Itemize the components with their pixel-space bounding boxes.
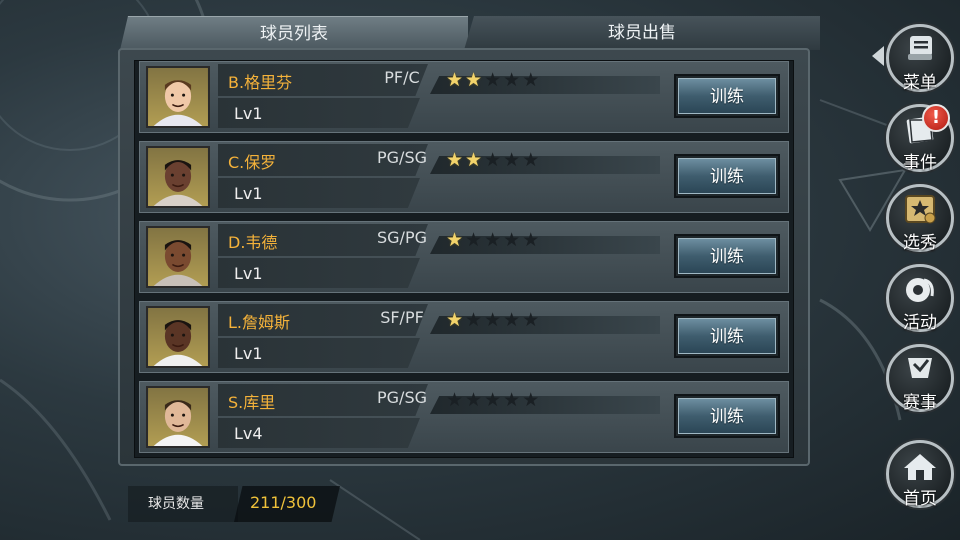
star-empty-icon: ★ [446,389,466,411]
tab-player-list[interactable]: 球员列表 [120,16,468,50]
train-button-label: 训练 [678,318,776,354]
train-button[interactable]: 训练 [674,74,780,118]
player-avatar [146,386,210,448]
side-menu-label: 选秀 [903,233,937,253]
menu-pointer-arrow [872,46,884,66]
side-menu-label: 赛事 [903,393,937,413]
star-rating: ★★★★★ [446,229,541,251]
star-filled-icon: ★ [465,69,485,91]
train-button-label: 训练 [678,238,776,274]
player-level: Lv1 [234,104,263,123]
star-rating: ★★★★★ [446,389,541,411]
player-name: S.库里 [228,393,276,412]
home-icon [900,448,940,484]
player-count-label: 球员数量 [128,486,238,522]
side-menu-home[interactable]: 首页 [886,440,954,509]
player-row[interactable]: D.韦德 SG/PG Lv1 ★★★★★ 训练 [139,221,789,293]
star-empty-icon: ★ [522,69,542,91]
train-button[interactable]: 训练 [674,314,780,358]
train-button[interactable]: 训练 [674,154,780,198]
player-position: PG/SG [377,148,427,167]
star-empty-icon: ★ [503,149,523,171]
train-button[interactable]: 训练 [674,394,780,438]
star-filled-icon: ★ [446,309,466,331]
player-level: Lv1 [234,264,263,283]
player-count-value: 211/300 [250,493,317,512]
player-row[interactable]: B.格里芬 PF/C Lv1 ★★★★★ 训练 [139,61,789,133]
player-name: C.保罗 [228,153,277,172]
star-empty-icon: ★ [465,229,485,251]
star-empty-icon: ★ [522,149,542,171]
star-empty-icon: ★ [484,69,504,91]
star-empty-icon: ★ [484,309,504,331]
train-button-label: 训练 [678,78,776,114]
player-level: Lv4 [234,424,263,443]
player-position: SF/PF [380,308,424,327]
star-rating: ★★★★★ [446,149,541,171]
player-position: PG/SG [377,388,427,407]
train-button-label: 训练 [678,398,776,434]
menu-icon [900,32,940,68]
player-row[interactable]: C.保罗 PG/SG Lv1 ★★★★★ 训练 [139,141,789,213]
side-menu-label: 活动 [903,313,937,333]
player-avatar [146,306,210,368]
player-name: L.詹姆斯 [228,313,291,332]
player-name: D.韦德 [228,233,278,252]
tournament-icon [900,352,940,388]
player-position: SG/PG [377,228,427,247]
star-rating: ★★★★★ [446,69,541,91]
side-menu-menu[interactable]: 菜单 [886,24,954,93]
tab-bar: 球员列表 球员出售 [120,16,820,50]
player-level: Lv1 [234,184,263,203]
player-row[interactable]: S.库里 PG/SG Lv4 ★★★★★ 训练 [139,381,789,453]
side-menu-draft[interactable]: 选秀 [886,184,954,253]
player-avatar [146,66,210,128]
star-filled-icon: ★ [446,69,466,91]
side-menu-activity[interactable]: 活动 [886,264,954,333]
star-empty-icon: ★ [484,149,504,171]
player-level: Lv1 [234,344,263,363]
player-name: B.格里芬 [228,73,293,92]
star-filled-icon: ★ [465,149,485,171]
star-empty-icon: ★ [522,389,542,411]
side-menu-label: 首页 [903,489,937,509]
train-button[interactable]: 训练 [674,234,780,278]
side-menu-label: 菜单 [903,73,937,93]
star-rating: ★★★★★ [446,309,541,331]
alert-badge: ! [922,104,950,132]
tab-player-sale[interactable]: 球员出售 [464,16,820,50]
player-position: PF/C [384,68,420,87]
star-empty-icon: ★ [465,389,485,411]
player-list-panel: B.格里芬 PF/C Lv1 ★★★★★ 训练 C.保罗 PG/SG Lv1 ★★★★★ 训练 D.… [118,48,810,466]
player-list[interactable]: B.格里芬 PF/C Lv1 ★★★★★ 训练 C.保罗 PG/SG Lv1 ★★★★★ 训练 D.… [134,60,794,458]
player-row[interactable]: L.詹姆斯 SF/PF Lv1 ★★★★★ 训练 [139,301,789,373]
star-empty-icon: ★ [522,229,542,251]
side-menu-label: 事件 [903,153,937,173]
side-menu-tournament[interactable]: 赛事 [886,344,954,413]
player-avatar [146,146,210,208]
train-button-label: 训练 [678,158,776,194]
draft-icon [900,192,940,228]
star-empty-icon: ★ [503,69,523,91]
star-empty-icon: ★ [503,389,523,411]
star-filled-icon: ★ [446,229,466,251]
player-avatar [146,226,210,288]
star-empty-icon: ★ [484,389,504,411]
star-empty-icon: ★ [484,229,504,251]
star-empty-icon: ★ [465,309,485,331]
star-empty-icon: ★ [522,309,542,331]
star-empty-icon: ★ [503,229,523,251]
star-filled-icon: ★ [446,149,466,171]
star-empty-icon: ★ [503,309,523,331]
activity-icon [900,272,940,308]
